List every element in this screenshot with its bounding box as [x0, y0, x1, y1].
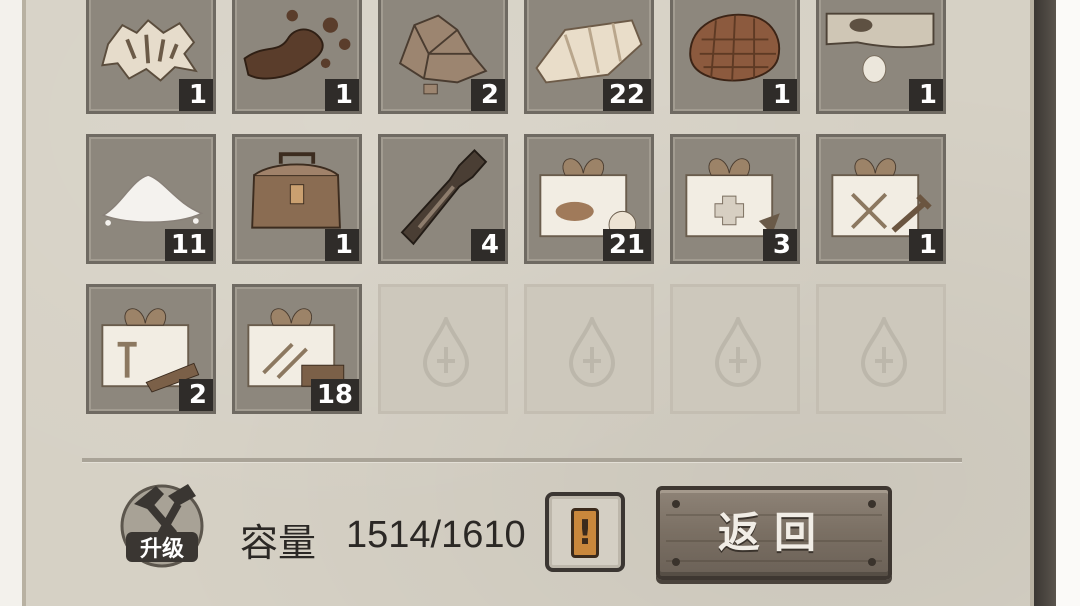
item-count: 1 — [909, 79, 943, 111]
inventory-slot-mud[interactable]: 1 — [232, 0, 362, 114]
inventory-slot-crafting-gift-box[interactable]: 18 — [232, 284, 362, 414]
item-count: 18 — [310, 379, 359, 411]
inventory-slot-backpack[interactable]: 1 — [232, 134, 362, 264]
upgrade-hammer-icon: 升级 — [120, 484, 204, 568]
inventory-slot-tool-gift-box[interactable]: 1 — [816, 134, 946, 264]
empty-slot-icon — [422, 317, 470, 387]
item-count: 21 — [602, 229, 651, 261]
item-count: 11 — [164, 229, 213, 261]
exclamation-icon: ! — [571, 508, 599, 558]
item-count: 1 — [325, 79, 359, 111]
inventory-slot-medical-gift-box[interactable]: 3 — [670, 134, 800, 264]
item-count: 2 — [179, 379, 213, 411]
inventory-slot-cooked-meat[interactable]: 1 — [670, 0, 800, 114]
upgrade-button[interactable]: 升级 — [116, 476, 208, 572]
inventory-slot-building-gift-box[interactable]: 2 — [86, 284, 216, 414]
item-count: 1 — [179, 79, 213, 111]
inventory-slot-animal-pelt[interactable]: 1 — [86, 0, 216, 114]
item-count: 1 — [763, 79, 797, 111]
inventory-slot-empty[interactable] — [816, 284, 946, 414]
capacity-value: 1514/1610 — [346, 514, 526, 556]
capacity-label: 容量 — [240, 521, 317, 565]
footer-divider — [82, 458, 962, 462]
empty-slot-icon — [568, 317, 616, 387]
inventory-slot-rocks[interactable]: 2 — [378, 0, 508, 114]
inventory-slot-bottle[interactable]: 4 — [378, 134, 508, 264]
item-count: 1 — [909, 229, 943, 261]
background-strip — [1034, 0, 1080, 606]
inventory-slot-empty[interactable] — [378, 284, 508, 414]
inventory-slot-empty[interactable] — [670, 284, 800, 414]
item-count: 22 — [602, 79, 651, 111]
upgrade-label: 升级 — [140, 536, 184, 562]
inventory-slot-raw-meat[interactable]: 22 — [524, 0, 654, 114]
inventory-slot-empty[interactable] — [524, 284, 654, 414]
back-label: 返回 — [717, 508, 830, 557]
back-button[interactable]: 返回 — [656, 486, 892, 580]
item-count: 2 — [471, 79, 505, 111]
item-count: 3 — [763, 229, 797, 261]
item-count: 1 — [325, 229, 359, 261]
item-count: 4 — [471, 229, 505, 261]
inventory-slot-salt[interactable]: 11 — [86, 134, 216, 264]
inventory-slot-fish[interactable]: 1 — [816, 0, 946, 114]
empty-slot-icon — [860, 317, 908, 387]
inventory-slot-food-gift-box[interactable]: 21 — [524, 134, 654, 264]
empty-slot-icon — [714, 317, 762, 387]
capacity-info-button[interactable]: ! — [545, 492, 625, 572]
